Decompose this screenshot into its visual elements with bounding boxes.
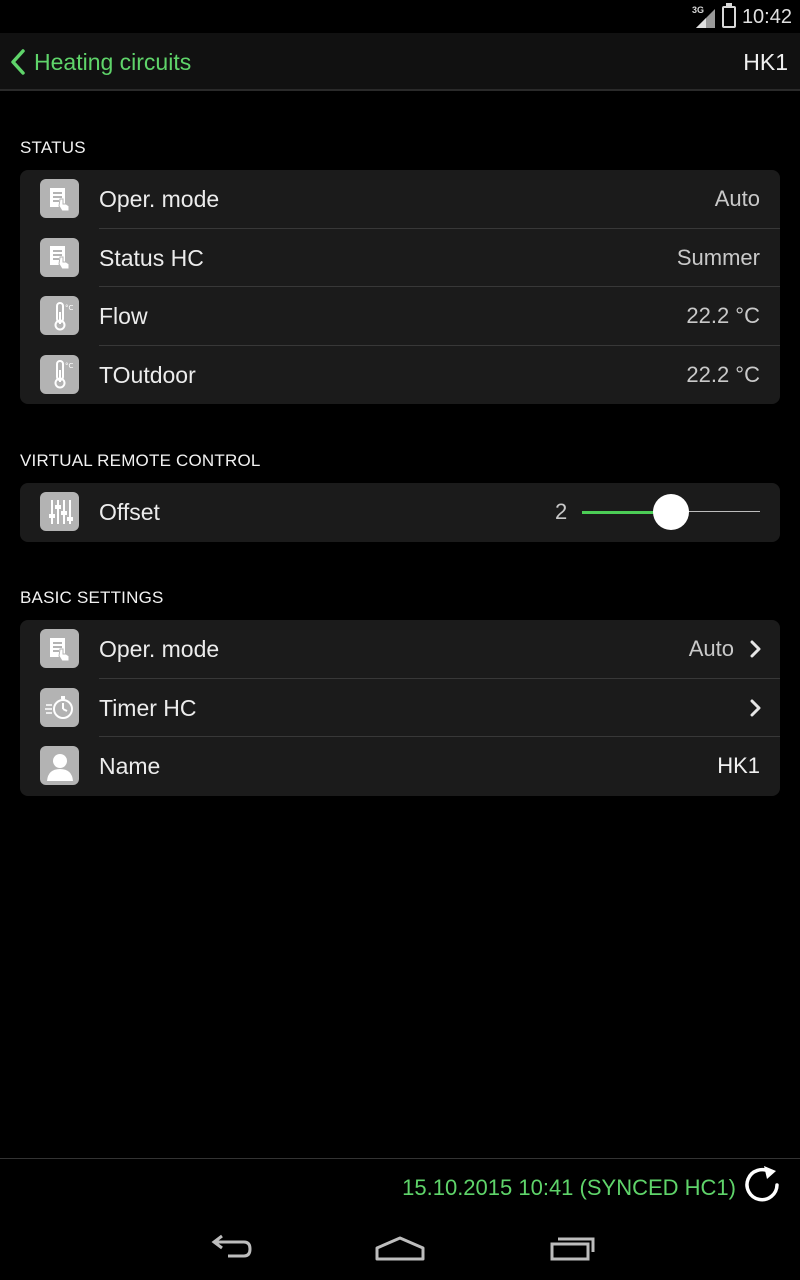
refresh-button[interactable] [740,1163,786,1209]
offset-value: 2 [555,499,568,524]
sync-footer: 15.10.2015 10:41 (SYNCED HC1) [0,1158,800,1216]
stopwatch-icon [40,687,79,727]
hand-pointer-doc-icon [40,237,79,277]
status-row-flow: °C Flow 22.2 °C [20,287,780,346]
sync-status: 15.10.2015 10:41 (SYNCED HC1) [402,1175,736,1200]
row-label: Timer HC [99,694,197,721]
row-value: HK1 [717,753,760,778]
recent-apps-icon [550,1237,595,1261]
row-value: 22.2 °C [686,361,760,387]
section-title-status: STATUS [20,138,86,157]
clock: 10:42 [741,5,792,28]
nav-back-button[interactable] [200,1230,260,1266]
row-label: TOutdoor [99,361,196,388]
chevron-left-icon [11,49,25,75]
status-row-oper-mode: Oper. mode Auto [20,170,780,229]
status-bar: 3G 10:42 [0,0,800,33]
settings-row-oper-mode[interactable]: Oper. mode Auto [20,620,780,679]
refresh-icon [745,1166,779,1202]
svg-text:°C: °C [65,362,74,370]
hand-pointer-doc-icon [40,179,79,218]
settings-row-name[interactable]: Name HK1 [20,737,780,796]
row-value: Summer [676,244,760,270]
status-row-toutdoor: °C TOutdoor 22.2 °C [20,346,780,405]
nav-home-button[interactable] [370,1230,430,1266]
offset-slider[interactable] [582,493,760,531]
svg-text:°C: °C [65,304,74,312]
action-bar: Heating circuits HK1 [0,33,800,91]
row-value: Auto [714,186,760,211]
nav-recents-button[interactable] [542,1230,602,1266]
signal-icon: 3G [692,5,716,29]
status-row-status-hc: Status HC Summer [20,229,780,287]
page-title: HK1 [743,49,788,75]
row-label: Offset [99,499,160,525]
row-value: 22.2 °C [686,303,760,328]
row-label: Oper. mode [99,186,220,212]
back-label: Heating circuits [34,48,192,75]
basic-settings-card: Oper. mode Auto Timer HC Name HK1 [20,620,780,796]
back-arrow-icon [211,1234,252,1258]
section-title-remote: VIRTUAL REMOTE CONTROL [20,451,261,470]
back-button[interactable]: Heating circuits [10,33,191,91]
status-card: Oper. mode Auto Status HC Summer °C Flow… [20,170,780,404]
chevron-right-icon [750,640,761,658]
hand-pointer-doc-icon [40,629,79,668]
chevron-right-icon [750,699,761,716]
system-nav-bar [0,1216,800,1280]
row-value: Auto [688,636,734,661]
row-label: Name [99,753,161,779]
person-icon [40,746,79,785]
battery-icon [721,3,736,28]
row-label: Flow [99,303,148,329]
settings-row-timer-hc[interactable]: Timer HC [20,679,780,737]
section-title-basic: BASIC SETTINGS [20,588,164,607]
offset-row: Offset 2 [20,483,780,542]
slider-thumb[interactable] [652,494,689,530]
network-type: 3G [691,5,704,15]
row-label: Oper. mode [99,636,220,662]
home-icon [375,1236,425,1261]
thermometer-icon: °C [40,296,79,335]
thermometer-icon: °C [40,354,79,394]
row-label: Status HC [99,244,204,271]
remote-card: Offset 2 [20,483,780,542]
sliders-icon [40,492,79,531]
